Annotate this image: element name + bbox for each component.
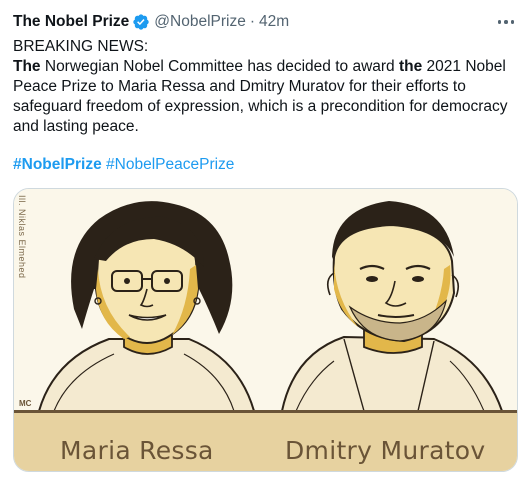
tweet-header: The Nobel Prize @NobelPrize · 42m [13,10,517,34]
tweet-card[interactable]: The Nobel Prize @NobelPrize · 42m BREAKI… [0,0,531,484]
illustrator-signature: Ill. Niklas Elmehed [17,195,27,279]
caption-dmitry-muratov: Dmitry Muratov [285,436,486,465]
author-handle[interactable]: @NobelPrize [154,13,246,31]
body-text-1: Norwegian Nobel Committee has decided to… [40,58,399,75]
tweet-body: The Norwegian Nobel Committee has decide… [13,57,518,137]
body-bold-the: The [13,58,41,75]
verified-badge-icon [133,14,149,30]
corner-mark: MC [19,399,32,408]
separator-dot: · [249,13,255,30]
tweet-timestamp[interactable]: 42m [259,13,289,31]
hashtag-nobelprize[interactable]: #NobelPrize [13,156,102,173]
tweet-headline: BREAKING NEWS: [13,38,149,55]
hashtag-nobelpeaceprize[interactable]: #NobelPeacePrize [106,156,234,173]
tweet-text: BREAKING NEWS: The Norwegian Nobel Commi… [13,37,518,137]
body-bold-the-2: the [398,58,423,75]
more-options-icon[interactable] [495,12,517,32]
author-name[interactable]: The Nobel Prize [13,13,129,31]
tweet-media-image[interactable]: Ill. Niklas Elmehed MC Maria Ressa Dmitr… [13,188,518,472]
caption-maria-ressa: Maria Ressa [60,436,214,465]
hashtags: #NobelPrize #NobelPeacePrize [13,155,234,175]
